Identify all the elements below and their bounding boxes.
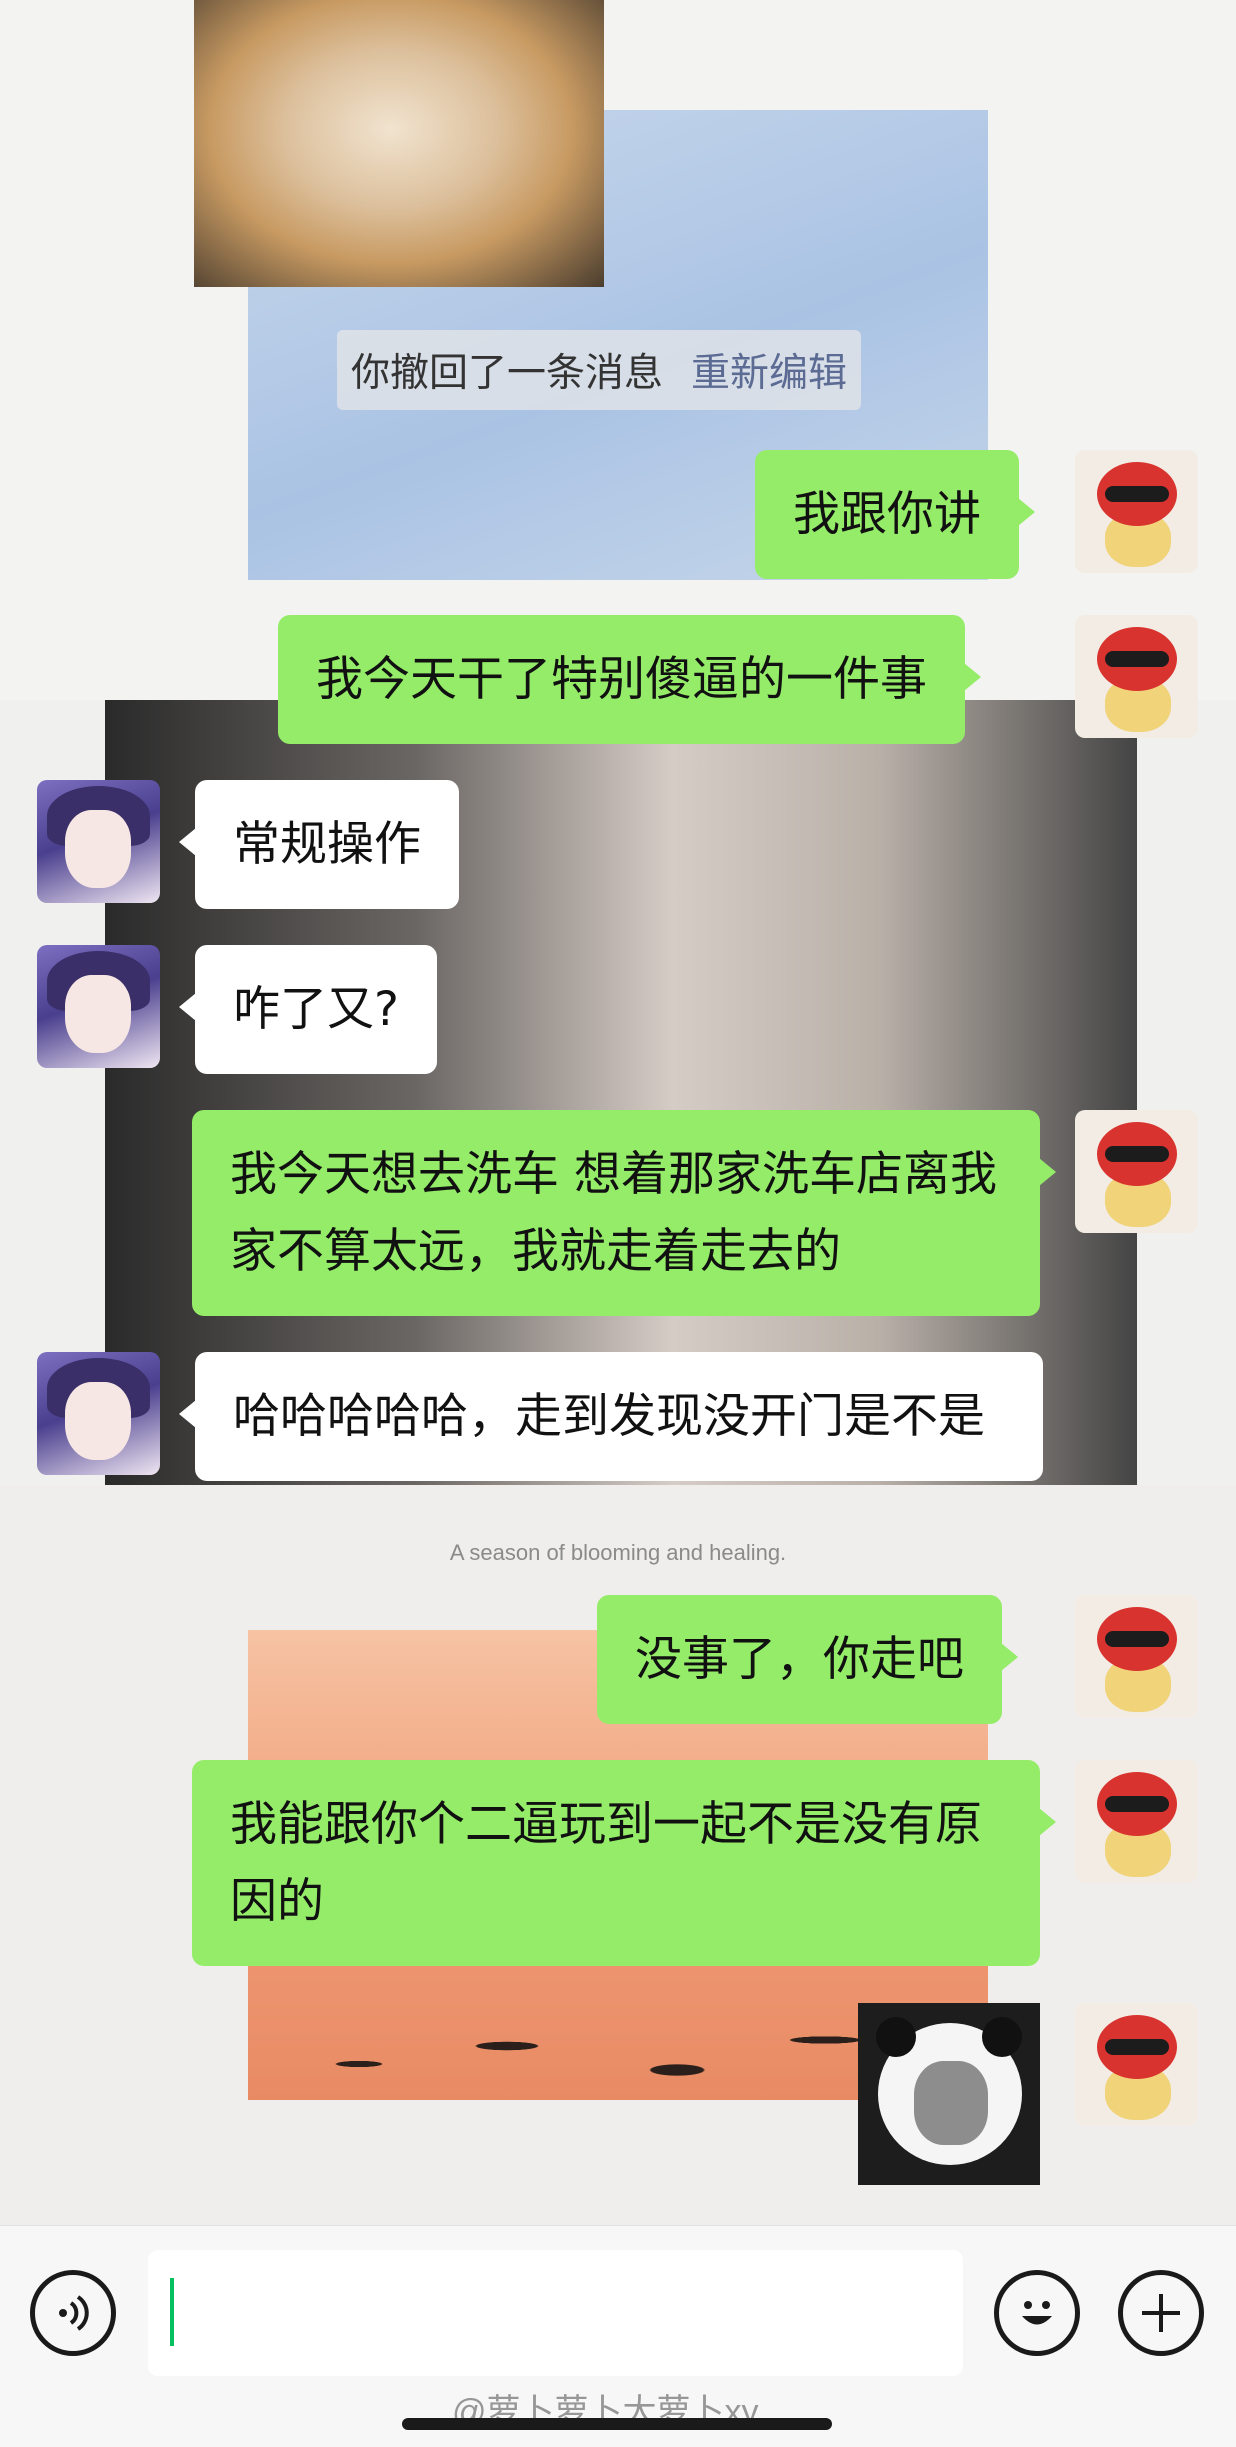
panda-meme-sticker[interactable] <box>858 2003 1040 2185</box>
message-bubble-sent[interactable]: 我能跟你个二逼玩到一起不是没有原因的 <box>192 1760 1056 1966</box>
message-bubble-sent[interactable]: 我跟你讲 <box>755 450 1035 579</box>
message-input[interactable] <box>148 2250 963 2376</box>
my-avatar[interactable] <box>1075 1110 1198 1233</box>
background-cat-photo <box>194 0 604 287</box>
background-caption: A season of blooming and healing. <box>449 1540 787 1565</box>
contact-avatar[interactable] <box>37 1352 160 1475</box>
my-avatar[interactable] <box>1075 450 1198 573</box>
home-indicator[interactable] <box>402 2418 832 2430</box>
my-avatar[interactable] <box>1075 1595 1198 1718</box>
contact-avatar[interactable] <box>37 945 160 1068</box>
contact-avatar[interactable] <box>37 780 160 903</box>
message-bubble-sent[interactable]: 我今天想去洗车 想着那家洗车店离我家不算太远，我就走着走去的 <box>192 1110 1056 1316</box>
voice-icon <box>59 2295 89 2331</box>
recall-system-tip: 你撤回了一条消息 重新编辑 <box>337 330 862 410</box>
message-bubble-received[interactable]: 咋了又? <box>179 945 437 1074</box>
re-edit-link[interactable]: 重新编辑 <box>691 342 847 398</box>
my-avatar[interactable] <box>1075 1760 1198 1883</box>
emoji-icon <box>1022 2301 1052 2325</box>
recall-tip-text: 你撤回了一条消息 <box>351 351 664 396</box>
message-bubble-sent[interactable]: 我今天干了特别傻逼的一件事 <box>278 615 981 744</box>
plus-icon <box>1142 2294 1180 2332</box>
message-bubble-received[interactable]: 哈哈哈哈哈，走到发现没开门是不是 <box>179 1352 1043 1481</box>
voice-icon[interactable] <box>30 2270 116 2356</box>
message-bubble-received[interactable]: 常规操作 <box>179 780 459 909</box>
emoji-icon[interactable] <box>994 2270 1080 2356</box>
text-cursor <box>170 2278 174 2346</box>
my-avatar[interactable] <box>1075 615 1198 738</box>
plus-icon[interactable] <box>1118 2270 1204 2356</box>
my-avatar[interactable] <box>1075 2003 1198 2126</box>
message-bubble-sent[interactable]: 没事了，你走吧 <box>597 1595 1018 1724</box>
